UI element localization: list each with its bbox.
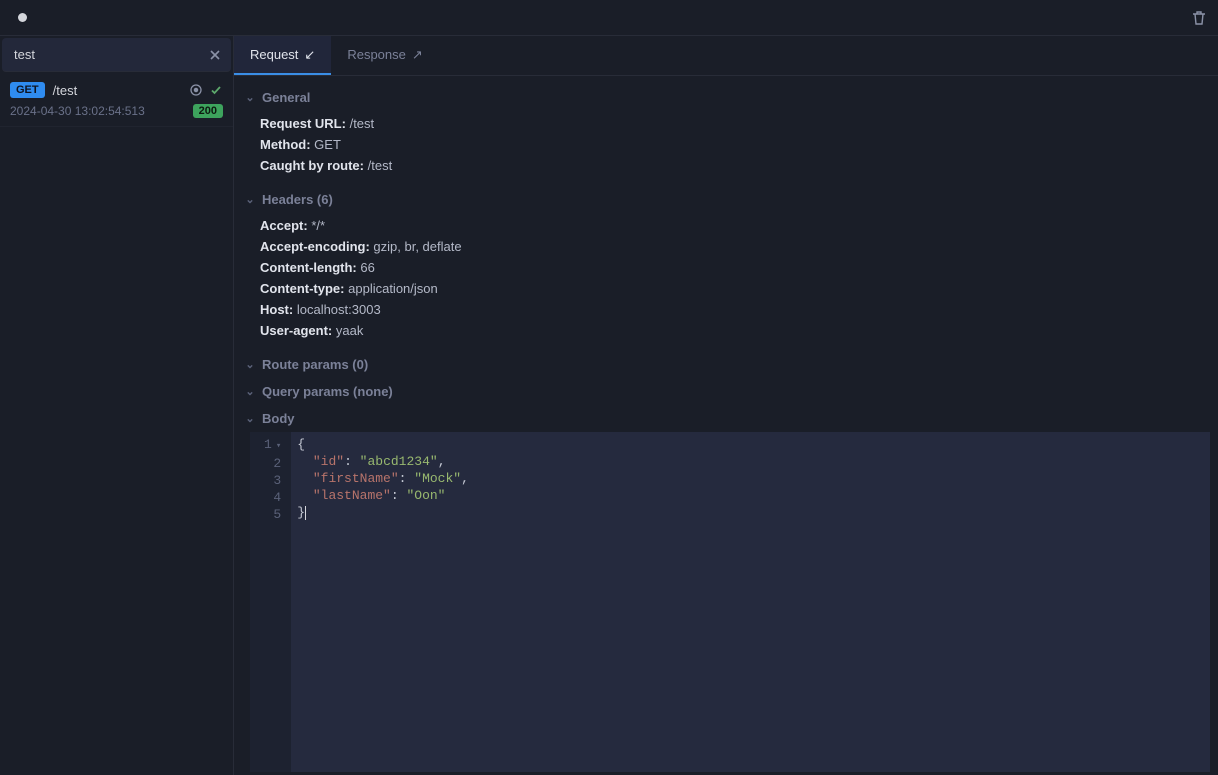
text-cursor xyxy=(305,506,306,520)
general-url-key: Request URL: xyxy=(260,116,346,131)
collapse-icon: ⌄ xyxy=(244,193,256,206)
tab-response-label: Response xyxy=(347,47,406,62)
hdr-accept-key: Accept: xyxy=(260,218,308,233)
request-path: /test xyxy=(53,83,181,98)
section-body-header[interactable]: ⌄ Body xyxy=(240,405,1210,432)
method-badge: GET xyxy=(10,82,45,98)
hdr-host-key: Host: xyxy=(260,302,293,317)
collapse-icon: ⌄ xyxy=(244,412,256,425)
hdr-acceptenc-key: Accept-encoding: xyxy=(260,239,370,254)
search-row xyxy=(2,38,231,72)
arrow-out-icon: ↗ xyxy=(412,47,423,63)
section-query-params-title: Query params (none) xyxy=(262,384,393,399)
section-body-title: Body xyxy=(262,411,295,426)
content-area: ⌄ General Request URL: /test Method: GET… xyxy=(234,76,1218,775)
hdr-ua-key: User-agent: xyxy=(260,323,332,338)
section-headers-title: Headers (6) xyxy=(262,192,333,207)
hdr-ctype-value: application/json xyxy=(348,281,438,296)
tabs: Request ↙ Response ↗ xyxy=(234,36,1218,76)
hdr-host-value: localhost:3003 xyxy=(297,302,381,317)
tab-request[interactable]: Request ↙ xyxy=(234,36,331,75)
section-route-params-header[interactable]: ⌄ Route params (0) xyxy=(240,351,1210,378)
status-badge: 200 xyxy=(193,104,223,118)
hdr-accept-value: */* xyxy=(311,218,325,233)
request-timestamp: 2024-04-30 13:02:54:513 xyxy=(10,104,145,118)
hdr-clen-value: 66 xyxy=(360,260,374,275)
arrow-in-icon: ↙ xyxy=(304,47,315,63)
general-caught-key: Caught by route: xyxy=(260,158,364,173)
main-panel: Request ↙ Response ↗ ⌄ General Request U… xyxy=(234,36,1218,775)
tab-response[interactable]: Response ↗ xyxy=(331,36,438,75)
request-list-item[interactable]: GET /test 2024-04-30 13:02:54:513 200 xyxy=(0,74,233,127)
section-route-params-title: Route params (0) xyxy=(262,357,368,372)
fold-icon[interactable]: ▾ xyxy=(276,441,281,451)
clear-search-icon[interactable] xyxy=(205,45,225,65)
section-headers-body: Accept: */* Accept-encoding: gzip, br, d… xyxy=(240,213,1210,351)
general-method-value: GET xyxy=(314,137,341,152)
section-general-body: Request URL: /test Method: GET Caught by… xyxy=(240,111,1210,186)
general-url-value: /test xyxy=(350,116,375,131)
general-method-key: Method: xyxy=(260,137,311,152)
section-headers-header[interactable]: ⌄ Headers (6) xyxy=(240,186,1210,213)
code-lines[interactable]: { "id": "abcd1234", "firstName": "Mock",… xyxy=(291,432,1210,772)
collapse-icon: ⌄ xyxy=(244,358,256,371)
hdr-ctype-key: Content-type: xyxy=(260,281,345,296)
hdr-ua-value: yaak xyxy=(336,323,363,338)
sidebar: GET /test 2024-04-30 13:02:54:513 200 xyxy=(0,36,234,775)
collapse-icon: ⌄ xyxy=(244,91,256,104)
body-code-editor[interactable]: 1▾ 2 3 4 5 { "id": "abcd1234", "firstNam… xyxy=(250,432,1210,772)
tab-request-label: Request xyxy=(250,47,298,62)
section-general-header[interactable]: ⌄ General xyxy=(240,84,1210,111)
record-indicator-icon xyxy=(18,13,27,22)
top-bar xyxy=(0,0,1218,36)
check-icon xyxy=(209,83,223,97)
section-query-params-header[interactable]: ⌄ Query params (none) xyxy=(240,378,1210,405)
target-icon xyxy=(189,83,203,97)
code-gutter: 1▾ 2 3 4 5 xyxy=(250,432,291,772)
search-input[interactable] xyxy=(8,43,205,66)
trash-icon[interactable] xyxy=(1192,10,1206,26)
hdr-clen-key: Content-length: xyxy=(260,260,357,275)
section-general-title: General xyxy=(262,90,310,105)
hdr-acceptenc-value: gzip, br, deflate xyxy=(373,239,461,254)
general-caught-value: /test xyxy=(368,158,393,173)
collapse-icon: ⌄ xyxy=(244,385,256,398)
